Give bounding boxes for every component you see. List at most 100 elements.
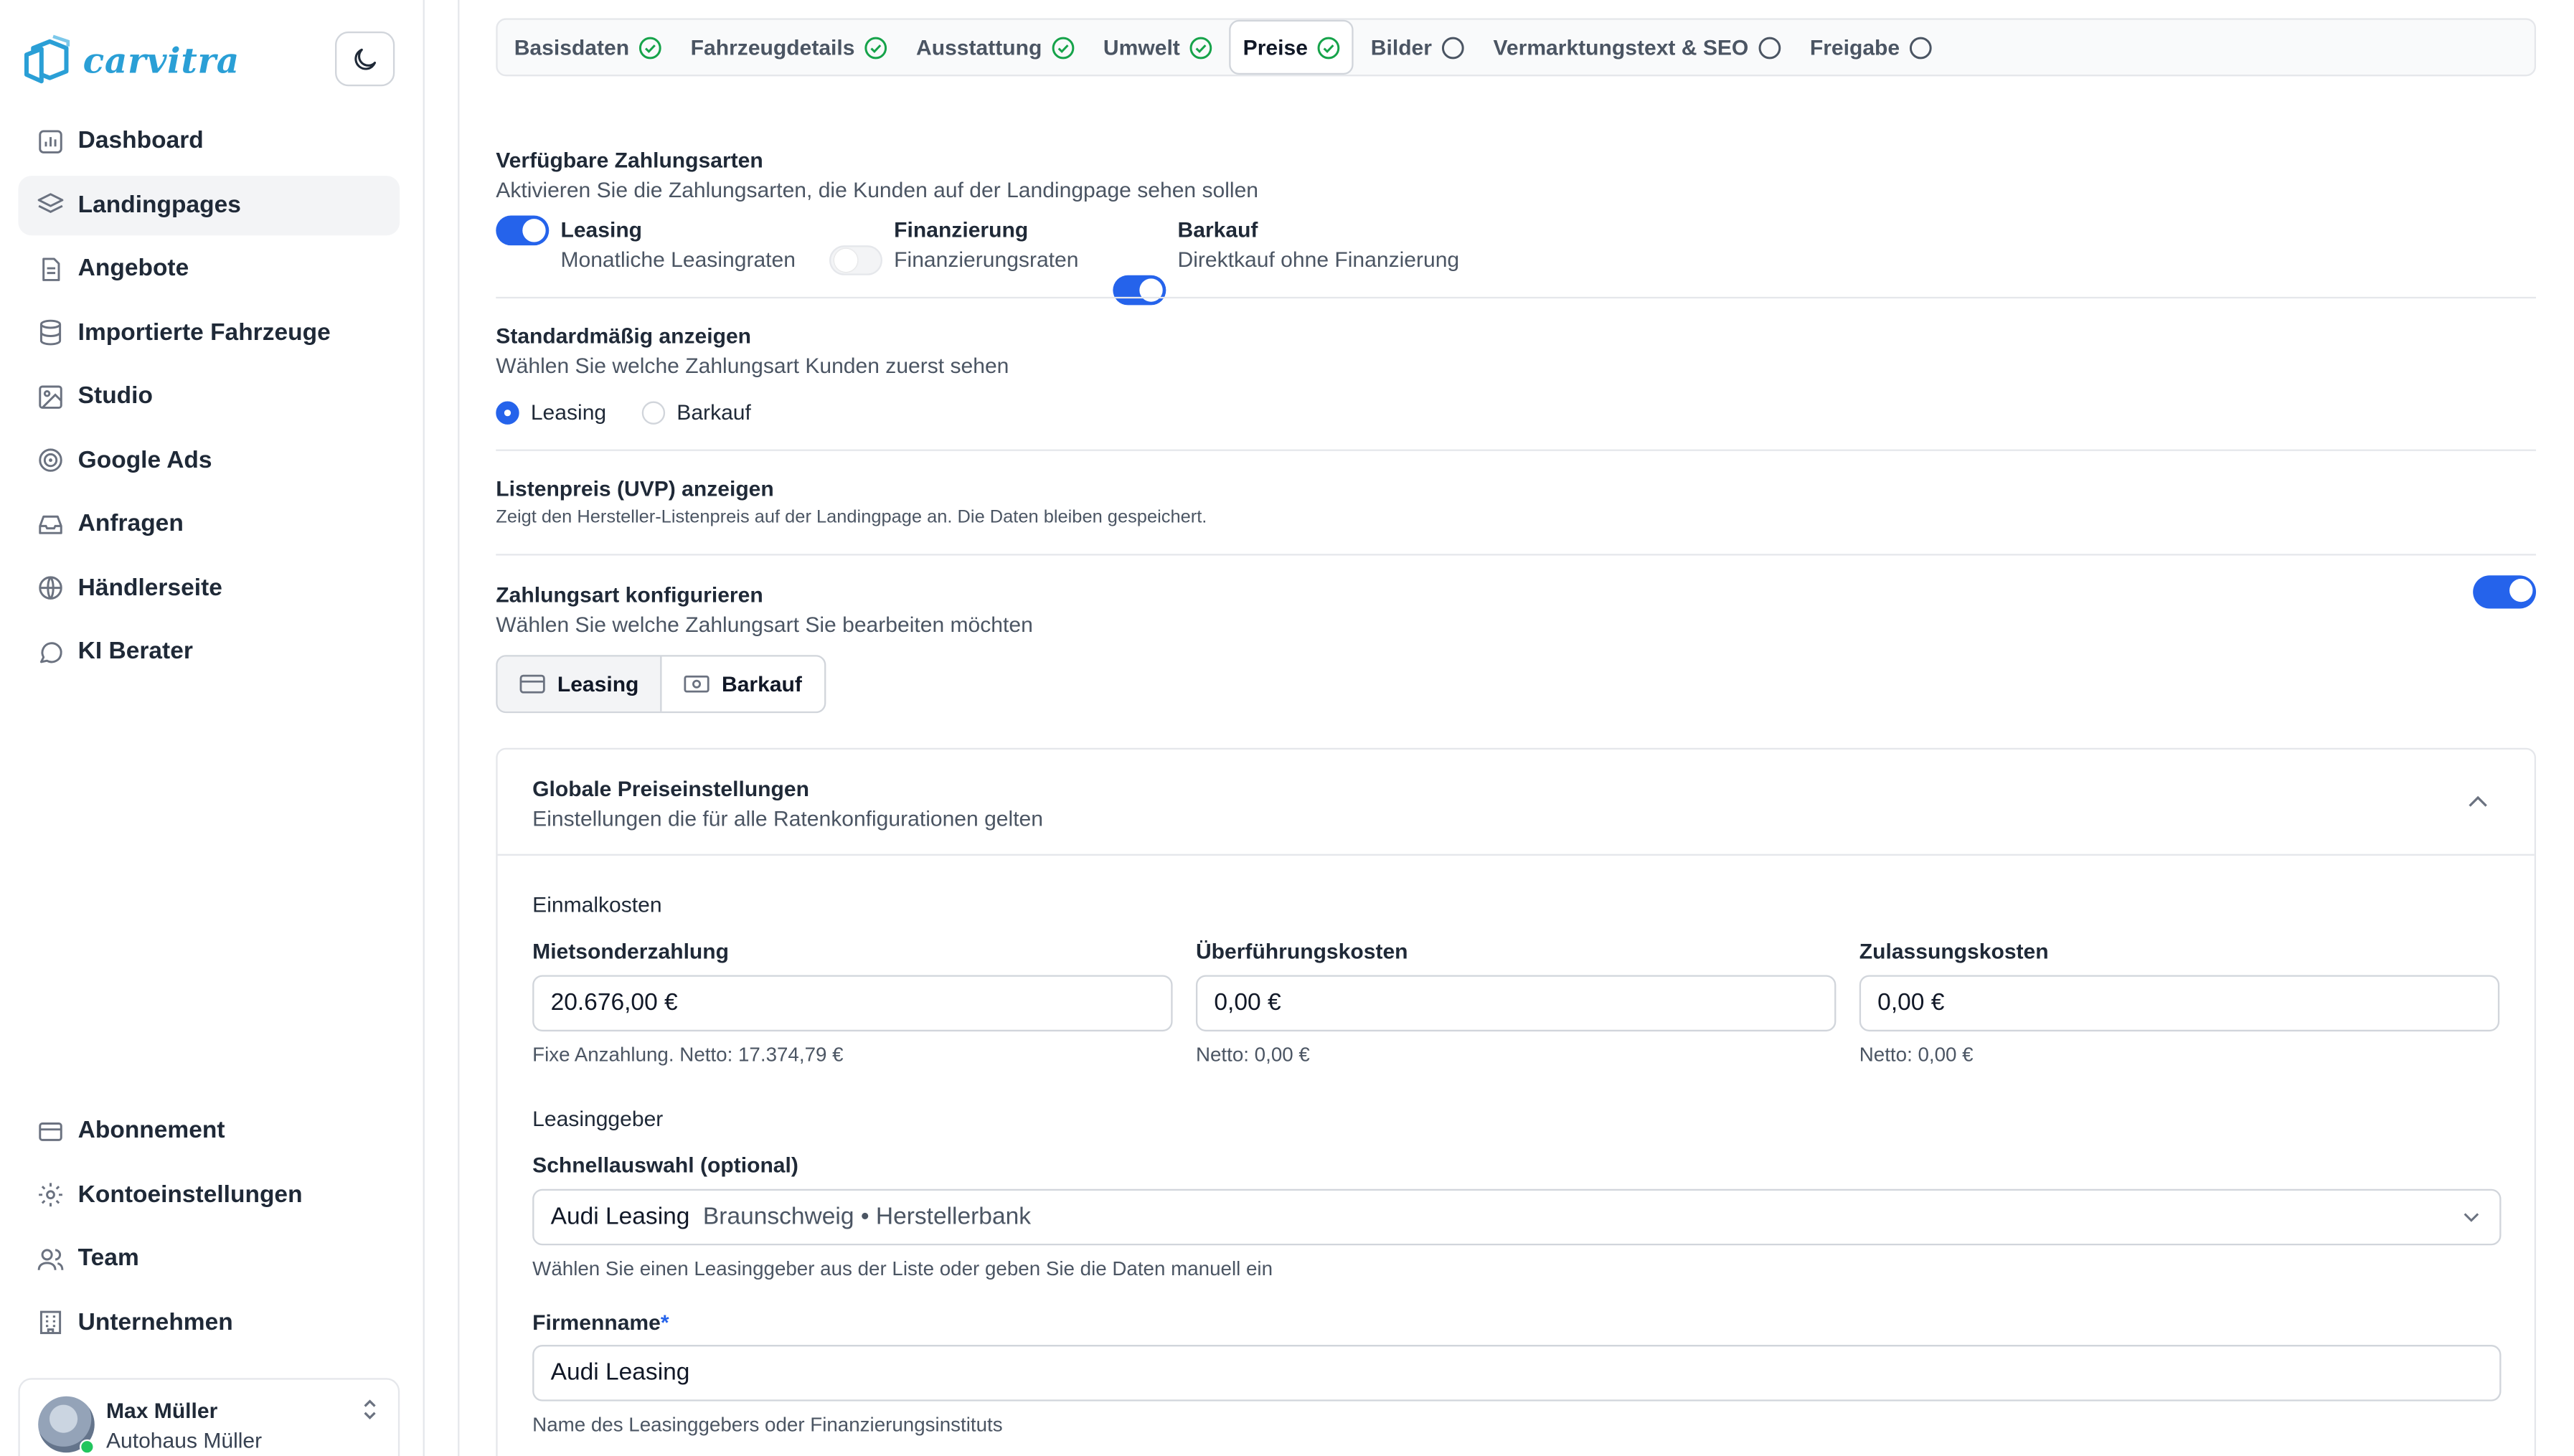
list-price-toggle[interactable] (2473, 575, 2537, 609)
nav-item-label: Abonnement (77, 1117, 225, 1145)
ueberfuehrungskosten-input[interactable]: 0,00 € (1195, 975, 1837, 1032)
nav-item-team[interactable]: Team (18, 1229, 400, 1288)
tab-barkauf[interactable]: Barkauf (662, 657, 824, 712)
nav-item-kontoeinstellungen[interactable]: Kontoeinstellungen (18, 1165, 400, 1224)
nav-item-label: Landingpages (77, 192, 241, 219)
nav-item-label: KI Berater (77, 638, 193, 666)
moon-icon (354, 47, 377, 70)
once-costs-title: Einmalkosten (532, 892, 662, 917)
configure-desc: Wählen Sie welche Zahlungsart Sie bearbe… (496, 612, 1033, 637)
tab-label: Barkauf (722, 671, 802, 697)
radio-unchecked (641, 400, 666, 424)
global-pricing-header[interactable]: Globale Preiseinstellungen Einstellungen… (497, 750, 2535, 856)
theme-toggle-button[interactable] (335, 31, 395, 87)
user-menu[interactable]: Max Müller Autohaus Müller (18, 1378, 400, 1456)
nav-item-label: Dashboard (77, 128, 204, 155)
chevron-up-icon[interactable] (2468, 794, 2488, 807)
banknote-icon (684, 675, 710, 693)
radio-checked (496, 400, 519, 424)
quick-select-label: Schnellauswahl (optional) (532, 1152, 798, 1178)
field-hint: Netto: 0,00 € (1859, 1043, 1974, 1067)
global-pricing-desc: Einstellungen die für alle Ratenkonfigur… (532, 805, 1043, 831)
field-label: Zulassungskosten (1859, 938, 2049, 964)
payment-type-segmented: Leasing Barkauf (496, 655, 826, 714)
globe-icon (39, 576, 62, 600)
nav-item-label: Händlerseite (77, 575, 222, 602)
nav-item-label: Angebote (77, 255, 189, 283)
chart-icon (39, 129, 62, 153)
leasing-toggle-desc: Monatliche Leasingraten (560, 247, 796, 273)
nav-item-ki-berater[interactable]: KI Berater (18, 622, 400, 681)
leasing-toggle[interactable] (496, 215, 550, 246)
finanzierung-toggle-label: Finanzierung (894, 217, 1029, 242)
mietsonderzahlung-input[interactable]: 20.676,00 € (532, 975, 1173, 1032)
finanzierung-toggle-desc: Finanzierungsraten (894, 247, 1079, 273)
pricing-form: Verfügbare Zahlungsarten Aktivieren Sie … (496, 0, 2537, 1456)
document-icon (42, 257, 60, 280)
chat-icon (39, 641, 62, 663)
brand-name: carvitra (82, 39, 240, 81)
nav-item-haendlerseite[interactable]: Händlerseite (18, 558, 400, 618)
tab-leasing[interactable]: Leasing (497, 656, 662, 712)
nav-item-label: Kontoeinstellungen (77, 1181, 303, 1209)
inbox-icon (39, 514, 62, 534)
nav-item-label: Team (77, 1245, 139, 1272)
required-asterisk: * (660, 1310, 669, 1336)
lessor-quick-select[interactable]: Audi Leasing Braunschweig • Herstellerba… (532, 1188, 2502, 1246)
divider (496, 449, 2537, 451)
sidebar: carvitra Dashboard Landingpages Angebote… (0, 0, 425, 1456)
nav-item-landingpages[interactable]: Landingpages (18, 174, 400, 235)
target-icon (39, 448, 62, 472)
divider (496, 296, 2537, 299)
building-icon (39, 1310, 62, 1335)
barkauf-toggle[interactable] (1113, 275, 1166, 306)
configure-title: Zahlungsart konfigurieren (496, 582, 763, 608)
company-name-input[interactable]: Audi Leasing (532, 1345, 2502, 1401)
nav-item-dashboard[interactable]: Dashboard (18, 111, 400, 171)
quick-select-value: Audi Leasing (550, 1204, 690, 1231)
leasing-toggle-label: Leasing (560, 217, 643, 242)
barkauf-toggle-desc: Direktkauf ohne Finanzierung (1177, 247, 1460, 273)
zulassungskosten-input[interactable]: 0,00 € (1859, 975, 2500, 1032)
nav-item-anfragen[interactable]: Anfragen (18, 494, 400, 554)
payment-methods-desc: Aktivieren Sie die Zahlungsarten, die Ku… (496, 177, 1259, 203)
online-status-dot (79, 1439, 95, 1455)
nav-item-label: Google Ads (77, 447, 212, 474)
lessor-title: Leasinggeber (532, 1106, 664, 1131)
global-pricing-title: Globale Preiseinstellungen (532, 776, 810, 801)
users-icon (37, 1248, 64, 1270)
field-hint: Fixe Anzahlung. Netto: 17.374,79 € (532, 1043, 844, 1067)
layers-icon (37, 193, 64, 214)
radio-label: Barkauf (676, 400, 751, 425)
default-display-desc: Wählen Sie welche Zahlungsart Kunden zue… (496, 353, 1009, 379)
main-content: Basisdaten Fahrzeugdetails Ausstattung U… (458, 0, 2574, 1456)
chevron-down-icon (2464, 1213, 2479, 1222)
brand-logo[interactable]: carvitra (23, 33, 240, 86)
nav-item-angebote[interactable]: Angebote (18, 239, 400, 298)
gear-icon (39, 1183, 62, 1207)
nav-item-unternehmen[interactable]: Unternehmen (18, 1292, 400, 1352)
carvitra-logo-icon (24, 34, 70, 84)
global-pricing-card: Globale Preiseinstellungen Einstellungen… (496, 747, 2537, 1456)
default-barkauf-radio[interactable]: Barkauf (641, 400, 751, 425)
default-leasing-radio[interactable]: Leasing (496, 400, 606, 425)
nav-item-label: Anfragen (77, 511, 184, 538)
radio-label: Leasing (530, 400, 607, 425)
credit-card-icon (39, 1121, 62, 1140)
bottom-nav: Abonnement Kontoeinstellungen Team Unter… (18, 1101, 400, 1356)
field-label: Überführungskosten (1195, 938, 1408, 964)
main-nav: Dashboard Landingpages Angebote Importie… (18, 111, 400, 686)
nav-item-studio[interactable]: Studio (18, 367, 400, 426)
image-icon (39, 384, 62, 408)
finanzierung-toggle[interactable] (829, 245, 882, 275)
nav-item-abonnement[interactable]: Abonnement (18, 1101, 400, 1160)
nav-item-importierte-fahrzeuge[interactable]: Importierte Fahrzeuge (18, 303, 400, 362)
tab-label: Leasing (557, 671, 639, 697)
company-name-label-text: Firmenname (532, 1310, 661, 1336)
quick-select-meta: Braunschweig • Herstellerbank (702, 1204, 1032, 1231)
list-price-title: Listenpreis (UVP) anzeigen (496, 476, 774, 501)
nav-item-label: Unternehmen (77, 1309, 233, 1336)
quick-select-hint: Wählen Sie einen Leasinggeber aus der Li… (532, 1257, 1273, 1280)
nav-item-google-ads[interactable]: Google Ads (18, 430, 400, 490)
barkauf-toggle-label: Barkauf (1177, 217, 1258, 242)
